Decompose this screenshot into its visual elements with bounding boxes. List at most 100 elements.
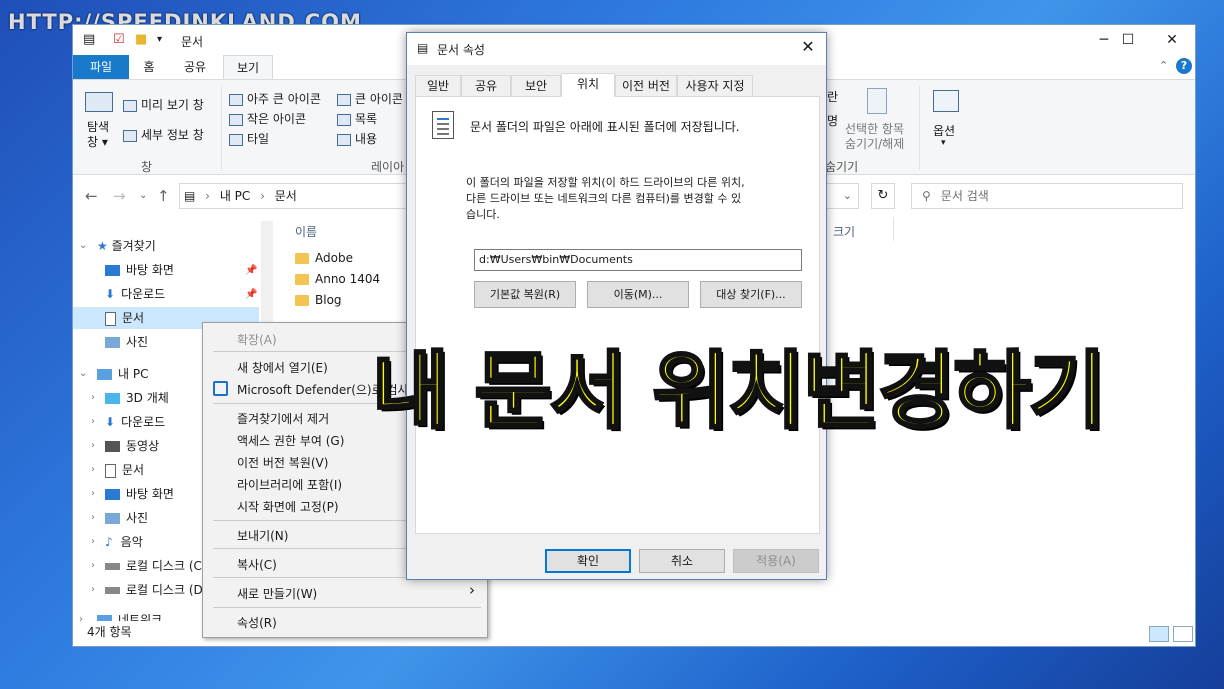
details-pane-button[interactable]: 세부 정보 창 (123, 126, 204, 143)
list-item[interactable]: Anno 1404 (295, 272, 380, 286)
nav-desktop-label: 바탕 화면 (126, 263, 174, 277)
download-arrow-icon: ⬇ (105, 287, 116, 301)
navigation-pane-button[interactable]: 탐색 창 ▾ (87, 120, 109, 150)
pin-icon[interactable]: 📌 (245, 289, 257, 300)
menu-item-remove-favorite[interactable]: 즐겨찾기에서 제거 (237, 410, 329, 427)
tab-home[interactable]: 홈 (131, 55, 167, 79)
collapse-chevron-icon[interactable]: › (91, 411, 95, 433)
collapse-chevron-icon[interactable]: › (91, 531, 95, 553)
folder-icon[interactable]: ■ (135, 32, 147, 47)
menu-separator (213, 607, 481, 608)
list-option[interactable]: 목록 (337, 110, 377, 127)
tiles-icon (229, 133, 243, 146)
up-arrow-icon[interactable]: ↑ (157, 187, 170, 205)
pictures-icon (105, 337, 120, 348)
large-icons-option[interactable]: 큰 아이콘 (337, 90, 403, 107)
small-icons-option[interactable]: 작은 아이콘 (229, 110, 306, 127)
collapse-chevron-icon[interactable]: › (79, 609, 83, 621)
music-note-icon: ♪ (105, 535, 113, 549)
nav-pc-pictures-label: 사진 (126, 511, 149, 525)
tab-sharing[interactable]: 공유 (461, 75, 511, 96)
checklist-icon[interactable]: ☑ (113, 32, 125, 47)
forward-arrow-icon[interactable]: → (113, 187, 126, 205)
properties-icon[interactable]: ▤ (83, 32, 95, 47)
breadcrumb-documents[interactable]: 문서 (275, 189, 297, 203)
help-icon[interactable]: ? (1176, 58, 1192, 74)
collapse-chevron-icon[interactable]: › (91, 507, 95, 529)
content-option[interactable]: 내용 (337, 130, 377, 147)
address-dropdown-icon[interactable]: ⌄ (843, 184, 852, 208)
expand-chevron-icon[interactable]: ⌄ (79, 363, 87, 385)
list-item[interactable]: Adobe (295, 251, 353, 265)
xlarge-icons-option[interactable]: 아주 큰 아이콘 (229, 90, 321, 107)
tab-share[interactable]: 공유 (173, 55, 217, 79)
refresh-button[interactable]: ↻ (871, 183, 895, 209)
breadcrumb-this-pc[interactable]: 내 PC (220, 189, 250, 203)
options-icon[interactable] (933, 90, 959, 112)
network-icon (97, 615, 112, 621)
tab-security[interactable]: 보안 (511, 75, 561, 96)
nav-quick-access[interactable]: ⌄ ★ 즐겨찾기 (73, 235, 259, 257)
tab-general[interactable]: 일반 (415, 75, 461, 96)
tab-file[interactable]: 파일 (73, 55, 129, 79)
nav-downloads[interactable]: ⬇ 다운로드 (105, 283, 259, 305)
large-icons-label: 큰 아이콘 (355, 92, 403, 106)
location-description-1: 이 폴더의 파일을 저장할 위치(이 하드 드라이브의 다른 위치, (466, 176, 745, 189)
qa-dropdown-icon[interactable]: ▾ (157, 34, 162, 45)
tiles-option[interactable]: 타일 (229, 130, 269, 147)
collapse-chevron-icon[interactable]: › (91, 459, 95, 481)
options-dropdown-icon[interactable]: ▾ (941, 138, 946, 148)
collapse-chevron-icon[interactable]: › (91, 555, 95, 577)
options-button[interactable]: 옵션 (933, 122, 955, 139)
back-arrow-icon[interactable]: ← (85, 187, 98, 205)
menu-item-give-access[interactable]: 액세스 권한 부여 (G) (237, 432, 344, 449)
preview-pane-button[interactable]: 미리 보기 창 (123, 96, 204, 113)
show-hide-group-label: 숨기기 (825, 160, 859, 174)
status-item-count: 4개 항목 (87, 625, 132, 639)
location-description-2: 다른 드라이브 또는 네트워크의 다른 컴퓨터)를 변경할 수 있 (466, 192, 742, 205)
apply-button[interactable]: 적용(A) (733, 549, 819, 573)
menu-item-restore-versions[interactable]: 이전 버전 복원(V) (237, 454, 328, 471)
menu-item-properties[interactable]: 속성(R) (237, 614, 277, 631)
menu-item-open-new-window[interactable]: 새 창에서 열기(E) (237, 359, 328, 376)
expand-chevron-icon[interactable]: ⌄ (79, 235, 87, 257)
collapse-chevron-icon[interactable]: › (91, 435, 95, 457)
collapse-chevron-icon[interactable]: › (91, 483, 95, 505)
hide-selected-line2[interactable]: 숨기기/해제 (845, 135, 904, 152)
tab-customize[interactable]: 사용자 지정 (677, 75, 753, 96)
dialog-close-icon[interactable]: ✕ (796, 37, 820, 56)
list-icon (337, 113, 351, 126)
menu-item-send-to[interactable]: 보내기(N) (237, 527, 288, 544)
cancel-button[interactable]: 취소 (639, 549, 725, 573)
restore-default-button[interactable]: 기본값 복원(R) (474, 281, 576, 308)
menu-item-pin-start[interactable]: 시작 화면에 고정(P) (237, 498, 339, 515)
nav-desktop[interactable]: 바탕 화면 (105, 259, 259, 281)
move-button[interactable]: 이동(M)... (587, 281, 689, 308)
tab-location[interactable]: 위치 (561, 73, 615, 97)
pin-icon[interactable]: 📌 (245, 265, 257, 276)
find-target-button[interactable]: 대상 찾기(F)... (700, 281, 802, 308)
navigation-pane-icon[interactable] (85, 92, 113, 112)
location-path-field[interactable]: d:₩Users₩bin₩Documents (474, 249, 802, 271)
xlarge-icons-label: 아주 큰 아이콘 (247, 92, 321, 106)
tab-view[interactable]: 보기 (223, 55, 273, 79)
ok-button[interactable]: 확인 (545, 549, 631, 573)
tab-previous-versions[interactable]: 이전 버전 (615, 75, 677, 96)
menu-item-include-library[interactable]: 라이브러리에 포함(I) (237, 476, 342, 493)
large-icons-view-icon[interactable] (1173, 626, 1193, 642)
details-view-icon[interactable] (1149, 626, 1169, 642)
menu-item-new[interactable]: 새로 만들기(W) (237, 585, 317, 602)
recent-dropdown-icon[interactable]: ⌄ (139, 190, 147, 201)
column-header-size[interactable]: 크기 (833, 223, 855, 240)
close-button[interactable]: ✕ (1149, 25, 1195, 55)
collapse-chevron-icon[interactable]: › (91, 579, 95, 601)
list-item[interactable]: Blog (295, 293, 342, 307)
menu-item-expand[interactable]: 확장(A) (237, 331, 277, 348)
column-divider (893, 217, 894, 241)
maximize-button[interactable]: ☐ (1105, 25, 1151, 55)
search-input[interactable]: ⚲ 문서 검색 (911, 183, 1183, 209)
menu-item-copy[interactable]: 복사(C) (237, 556, 277, 573)
column-header-name[interactable]: 이름 (295, 223, 317, 240)
ribbon-collapse-icon[interactable]: ⌃ (1159, 59, 1168, 72)
collapse-chevron-icon[interactable]: › (91, 387, 95, 409)
